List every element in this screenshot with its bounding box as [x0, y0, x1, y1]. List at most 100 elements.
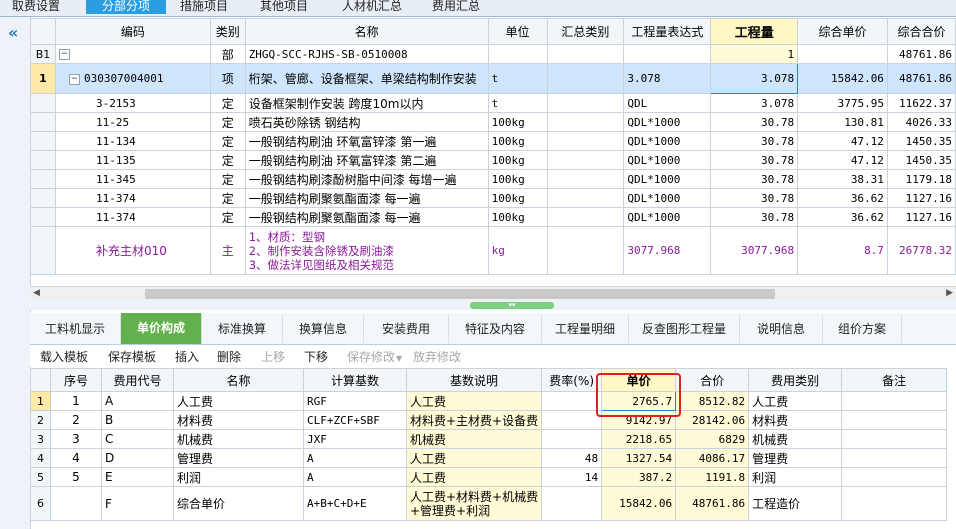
calc-base-cell[interactable]: A+B+C+D+E [303, 486, 407, 521]
unit-price-cell[interactable]: 15842.06 [601, 486, 677, 521]
row-gutter[interactable]: 2 [30, 410, 51, 430]
base-desc-cell[interactable]: 人工费 [405, 467, 543, 487]
total-cell[interactable]: 1127.16 [886, 188, 956, 208]
total-cell[interactable]: 48761.86 [886, 44, 956, 64]
expression-cell[interactable]: QDL*1000 [623, 150, 712, 170]
tab-conversion-info[interactable]: 换算信息 [283, 315, 364, 343]
quota-row[interactable]: 11-345 定 一般钢结构刷漆酚树脂中间漆 每增一遍 100kg QDL*10… [30, 169, 956, 189]
quota-row[interactable]: 11-374 定 一般钢结构刷聚氨酯面漆 每一遍 100kg QDL*1000 … [30, 207, 956, 227]
rate-cell[interactable] [541, 391, 603, 411]
quantity-cell[interactable]: 3077.968 [710, 226, 799, 275]
row-gutter[interactable] [30, 169, 56, 189]
summary-category-cell[interactable] [546, 207, 625, 227]
quantity-cell[interactable]: 30.78 [710, 188, 799, 208]
col-header-total[interactable]: 合价 [675, 368, 750, 392]
quantity-cell[interactable]: 30.78 [710, 169, 799, 189]
scroll-left-icon[interactable]: ◀ [33, 288, 40, 298]
unit-cell[interactable]: t [487, 93, 548, 113]
code-cell[interactable]: 11-374 [54, 207, 211, 227]
base-desc-cell[interactable]: 人工费+材料费+机械费 +管理费+利润 [405, 486, 543, 521]
bill-item-row[interactable]: 1 −030307004001 项 桁架、管廊、设备框架、单梁结构制作安装 t … [30, 63, 956, 94]
name-cell[interactable]: 一般钢结构刷漆酚树脂中间漆 每增一遍 [244, 169, 489, 189]
material-row[interactable]: 补充主材010 主 1、材质：型钢 2、制作安装含除锈及刷油漆 3、做法详见图纸… [30, 226, 956, 275]
total-cell[interactable]: 1450.35 [886, 131, 956, 151]
seq-cell[interactable]: 1 [50, 391, 102, 411]
type-cell[interactable]: 定 [209, 131, 246, 151]
fee-code-cell[interactable]: F [101, 486, 174, 521]
col-header-type[interactable]: 类别 [209, 18, 246, 45]
rate-cell[interactable] [541, 410, 603, 430]
unit-cell[interactable]: t [487, 63, 548, 94]
summary-category-cell[interactable] [546, 131, 625, 151]
tab-unit-price-composition[interactable]: 单价构成 [121, 313, 202, 344]
fee-category-cell[interactable]: 材料费 [748, 410, 843, 430]
unit-price-cell[interactable]: 8.7 [797, 226, 888, 275]
row-gutter[interactable]: 6 [30, 486, 51, 521]
rate-cell[interactable] [541, 429, 603, 449]
expression-cell[interactable]: 3.078 [623, 63, 712, 94]
name-cell[interactable]: 一般钢结构刷聚氨酯面漆 每一遍 [244, 207, 489, 227]
name-cell[interactable]: 喷石英砂除锈 钢结构 [244, 112, 489, 132]
section-row[interactable]: B1 − 部 ZHGQ-SCC-RJHS-SB-0510008 1 48761.… [30, 44, 956, 64]
tab-fee-settings[interactable]: 取费设置 [2, 0, 70, 14]
unit-price-cell[interactable]: 38.31 [797, 169, 888, 189]
code-cell[interactable]: 11-135 [54, 150, 211, 170]
delete-button[interactable]: 删除 [217, 348, 241, 365]
col-header-total[interactable]: 综合合价 [886, 18, 956, 45]
row-gutter[interactable] [30, 93, 56, 113]
expression-cell[interactable]: QDL*1000 [623, 131, 712, 151]
rate-cell[interactable]: 14 [541, 467, 603, 487]
code-cell[interactable]: 11-25 [54, 112, 211, 132]
tab-installation-fees[interactable]: 安装费用 [364, 315, 449, 343]
save-template-button[interactable]: 保存模板 [108, 348, 156, 365]
row-gutter[interactable]: 4 [30, 448, 51, 468]
quota-row[interactable]: 11-25 定 喷石英砂除锈 钢结构 100kg QDL*1000 30.78 … [30, 112, 956, 132]
code-cell[interactable]: − [54, 44, 211, 64]
name-cell[interactable]: 设备框架制作安装 跨度10m以内 [244, 93, 489, 113]
unit-cell[interactable]: 100kg [487, 131, 548, 151]
fee-row[interactable]: 4 4 D 管理费 A 人工费 48 1327.54 4086.17 管理费 [30, 448, 948, 468]
seq-cell[interactable]: 2 [50, 410, 102, 430]
name-cell[interactable]: ZHGQ-SCC-RJHS-SB-0510008 [244, 44, 489, 64]
unit-cell[interactable] [487, 44, 548, 64]
tab-fee-summary[interactable]: 费用汇总 [424, 0, 488, 14]
tab-labor-material-display[interactable]: 工料机显示 [30, 315, 121, 343]
code-cell[interactable]: 11-345 [54, 169, 211, 189]
fee-category-cell[interactable]: 工程造价 [748, 486, 843, 521]
expression-cell[interactable]: QDL*1000 [623, 169, 712, 189]
remarks-cell[interactable] [841, 467, 948, 487]
rate-cell[interactable]: 48 [541, 448, 603, 468]
total-cell[interactable]: 48761.86 [886, 63, 956, 94]
tab-measures[interactable]: 措施项目 [172, 0, 236, 14]
type-cell[interactable]: 定 [209, 112, 246, 132]
fee-category-cell[interactable]: 机械费 [748, 429, 843, 449]
seq-cell[interactable]: 5 [50, 467, 102, 487]
summary-category-cell[interactable] [546, 226, 625, 275]
col-header-base-desc[interactable]: 基数说明 [405, 368, 543, 392]
fee-category-cell[interactable]: 管理费 [748, 448, 843, 468]
quantity-cell[interactable]: 3.078 [710, 93, 799, 113]
col-header-fee-category[interactable]: 费用类别 [748, 368, 843, 392]
base-desc-cell[interactable]: 材料费+主材费+设备费 [405, 410, 543, 430]
name-cell[interactable]: 利润 [173, 467, 304, 487]
row-gutter[interactable] [30, 150, 56, 170]
row-gutter[interactable]: 3 [30, 429, 51, 449]
base-desc-cell[interactable]: 人工费 [405, 391, 543, 411]
seq-cell[interactable] [50, 486, 102, 521]
unit-cell[interactable]: 100kg [487, 169, 548, 189]
row-gutter[interactable] [30, 131, 56, 151]
code-cell[interactable]: 3-2153 [54, 93, 211, 113]
quota-row[interactable]: 11-135 定 一般钢结构刷油 环氧富锌漆 第二遍 100kg QDL*100… [30, 150, 956, 170]
name-cell[interactable]: 人工费 [173, 391, 304, 411]
col-header-code[interactable]: 编码 [54, 18, 211, 45]
code-cell[interactable]: 补充主材010 [54, 226, 211, 275]
quantity-cell[interactable]: 30.78 [710, 112, 799, 132]
type-cell[interactable]: 主 [209, 226, 246, 275]
unit-cell[interactable]: 100kg [487, 188, 548, 208]
tab-features-content[interactable]: 特征及内容 [449, 315, 542, 343]
quota-row[interactable]: 3-2153 定 设备框架制作安装 跨度10m以内 t QDL 3.078 37… [30, 93, 956, 113]
fee-row[interactable]: 3 3 C 机械费 JXF 机械费 2218.65 6829 机械费 [30, 429, 948, 449]
fee-row[interactable]: 6 F 综合单价 A+B+C+D+E 人工费+材料费+机械费 +管理费+利润 1… [30, 486, 948, 521]
remarks-cell[interactable] [841, 410, 948, 430]
scrollbar-thumb[interactable] [145, 289, 775, 299]
